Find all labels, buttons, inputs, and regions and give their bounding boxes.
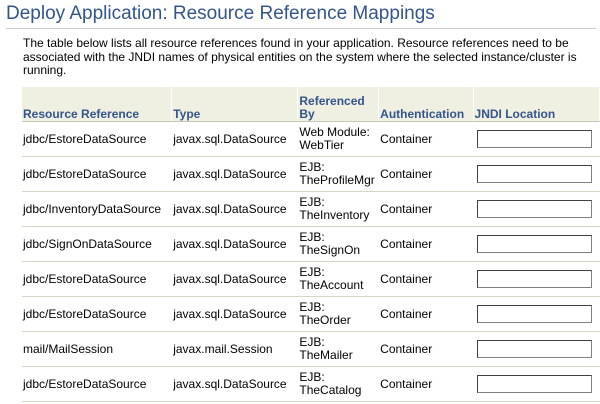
table-row: jdbc/InventoryDataSource javax.sql.DataSo… [22,191,600,227]
cell-jndi-location [473,261,600,297]
column-header-jndi-location: JNDI Location [473,87,600,122]
jndi-location-input[interactable] [476,375,592,393]
cell-referenced-by: EJB: TheProfileMgr [297,156,380,192]
cell-authentication: Container [378,366,474,402]
column-header-authentication: Authentication [378,87,474,122]
cell-type: javax.sql.DataSource [171,366,299,402]
cell-referenced-by: Web Module: WebTier [297,121,380,157]
cell-authentication: Container [378,156,474,192]
cell-jndi-location [473,366,600,402]
referenced-by-name: TheAccount [299,278,364,292]
cell-type: javax.sql.DataSource [171,261,299,297]
column-header-referenced-by: Referenced By [297,87,380,122]
jndi-location-input[interactable] [476,235,592,253]
cell-type: javax.sql.DataSource [171,191,299,227]
cell-authentication: Container [378,226,474,262]
jndi-location-input[interactable] [476,130,592,148]
page-title: Deploy Application: Resource Reference M… [6,3,435,24]
jndi-location-input[interactable] [476,200,592,218]
page-description: The table below lists all resource refer… [23,36,577,77]
table-row: jdbc/EstoreDataSource javax.sql.DataSourc… [22,296,600,332]
cell-authentication: Container [378,296,474,332]
table-row: jdbc/EstoreDataSource javax.sql.DataSourc… [22,121,600,157]
cell-jndi-location [473,191,600,227]
cell-resource-reference: jdbc/EstoreDataSource [22,261,173,297]
cell-resource-reference: jdbc/EstoreDataSource [22,121,173,157]
referenced-by-name: TheInventory [299,208,370,222]
cell-authentication: Container [378,191,474,227]
referenced-by-name: WebTier [299,138,345,152]
referenced-by-name: TheSignOn [299,243,361,257]
cell-resource-reference: jdbc/EstoreDataSource [22,366,173,402]
cell-authentication: Container [378,121,474,157]
table-row: jdbc/EstoreDataSource javax.sql.DataSourc… [22,156,600,192]
cell-jndi-location [473,331,600,367]
cell-authentication: Container [378,261,474,297]
table-row: jdbc/EstoreDataSource javax.sql.DataSourc… [22,261,600,297]
referenced-by-name: TheCatalog [299,383,362,397]
cell-referenced-by: EJB: TheSignOn [297,226,380,262]
cell-referenced-by: EJB: TheAccount [297,261,380,297]
title-divider [6,28,596,29]
cell-type: javax.sql.DataSource [171,296,299,332]
referenced-by-name: TheMailer [299,348,353,362]
cell-referenced-by: EJB: TheInventory [297,191,380,227]
cell-type: javax.sql.DataSource [171,226,299,262]
table-row: jdbc/EstoreDataSource javax.sql.DataSourc… [22,366,600,402]
cell-jndi-location [473,296,600,332]
cell-referenced-by: EJB: TheOrder [297,296,380,332]
cell-resource-reference: jdbc/InventoryDataSource [22,191,173,227]
jndi-location-input[interactable] [476,340,592,358]
cell-resource-reference: jdbc/EstoreDataSource [22,296,173,332]
cell-resource-reference: jdbc/EstoreDataSource [22,156,173,192]
table-header-row: Resource Reference Type Referenced By Au… [22,87,600,122]
resource-reference-table: Resource Reference Type Referenced By Au… [22,87,600,402]
table-row: mail/MailSession javax.mail.Session EJB: Th… [22,331,600,367]
cell-resource-reference: jdbc/SignOnDataSource [22,226,173,262]
cell-jndi-location [473,226,600,262]
cell-resource-reference: mail/MailSession [22,331,173,367]
cell-jndi-location [473,121,600,157]
cell-type: javax.mail.Session [171,331,299,367]
referenced-by-name: TheProfileMgr [299,173,375,187]
jndi-location-input[interactable] [476,270,592,288]
table-body: jdbc/EstoreDataSource javax.sql.DataSourc… [22,121,600,402]
column-header-resource-reference: Resource Reference [22,87,173,122]
column-header-type: Type [171,87,299,122]
cell-type: javax.sql.DataSource [171,156,299,192]
cell-jndi-location [473,156,600,192]
table-row: jdbc/SignOnDataSource javax.sql.DataSourc… [22,226,600,262]
cell-referenced-by: EJB: TheCatalog [297,366,380,402]
jndi-location-input[interactable] [476,165,592,183]
cell-authentication: Container [378,331,474,367]
jndi-location-input[interactable] [476,305,592,323]
referenced-by-name: TheOrder [299,313,351,327]
cell-type: javax.sql.DataSource [171,121,299,157]
cell-referenced-by: EJB: TheMailer [297,331,380,367]
